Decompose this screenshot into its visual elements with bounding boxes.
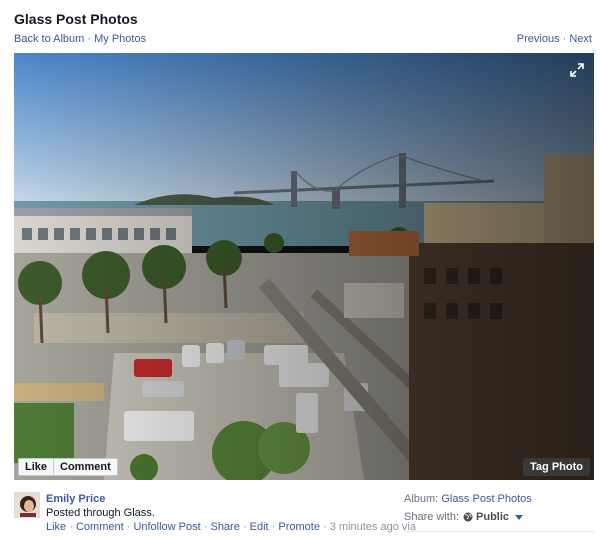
caret-down-icon	[515, 514, 524, 520]
previous-link[interactable]: Previous	[517, 33, 560, 45]
album-label: Album:	[404, 493, 439, 505]
meta-divider	[404, 531, 594, 532]
privacy-value: Public	[476, 511, 510, 523]
author-name-link[interactable]: Emily Price	[46, 493, 105, 505]
edit-link[interactable]: Edit	[250, 521, 269, 533]
globe-icon	[463, 512, 473, 522]
action-separator: ·	[319, 521, 330, 533]
my-photos-link[interactable]: My Photos	[94, 33, 146, 45]
subnav-separator: ·	[84, 33, 95, 45]
unfollow-post-link[interactable]: Unfollow Post	[133, 521, 200, 533]
like-link[interactable]: Like	[46, 521, 66, 533]
share-link[interactable]: Share	[210, 521, 239, 533]
share-row: Share with: Public	[404, 509, 594, 525]
action-separator: ·	[123, 521, 134, 533]
expand-icon[interactable]	[570, 63, 584, 77]
photo-meta: Album: Glass Post Photos Share with: Pub…	[404, 493, 594, 532]
action-separator: ·	[66, 521, 76, 533]
album-row: Album: Glass Post Photos	[404, 493, 594, 509]
post-actions: Like · Comment · Unfollow Post · Share ·…	[46, 521, 416, 533]
back-to-album-link[interactable]: Back to Album	[14, 33, 84, 45]
next-link[interactable]: Next	[569, 33, 592, 45]
action-separator: ·	[268, 521, 279, 533]
photo-comment-button[interactable]: Comment	[53, 459, 117, 475]
comment-link[interactable]: Comment	[76, 521, 124, 533]
post-text: Posted through Glass.	[46, 507, 155, 519]
timestamp-link[interactable]: 3 minutes ago	[330, 521, 399, 533]
avatar-image	[15, 493, 39, 517]
photo-image	[14, 53, 594, 480]
promote-link[interactable]: Promote	[278, 521, 320, 533]
album-name-link[interactable]: Glass Post Photos	[441, 493, 532, 505]
like-comment-bar: Like Comment	[18, 458, 118, 476]
privacy-selector[interactable]: Public	[463, 511, 524, 523]
pager-separator: ·	[559, 33, 570, 45]
photo-pager: Previous · Next	[517, 33, 592, 45]
tag-photo-button[interactable]: Tag Photo	[523, 458, 590, 476]
subnav: Back to Album · My Photos	[14, 33, 146, 45]
photo-viewer[interactable]: Like Comment Tag Photo	[14, 53, 594, 480]
action-separator: ·	[239, 521, 250, 533]
page-title: Glass Post Photos	[14, 11, 138, 27]
photo-like-button[interactable]: Like	[19, 459, 53, 475]
avatar[interactable]	[14, 492, 40, 518]
share-label: Share with:	[404, 511, 460, 523]
